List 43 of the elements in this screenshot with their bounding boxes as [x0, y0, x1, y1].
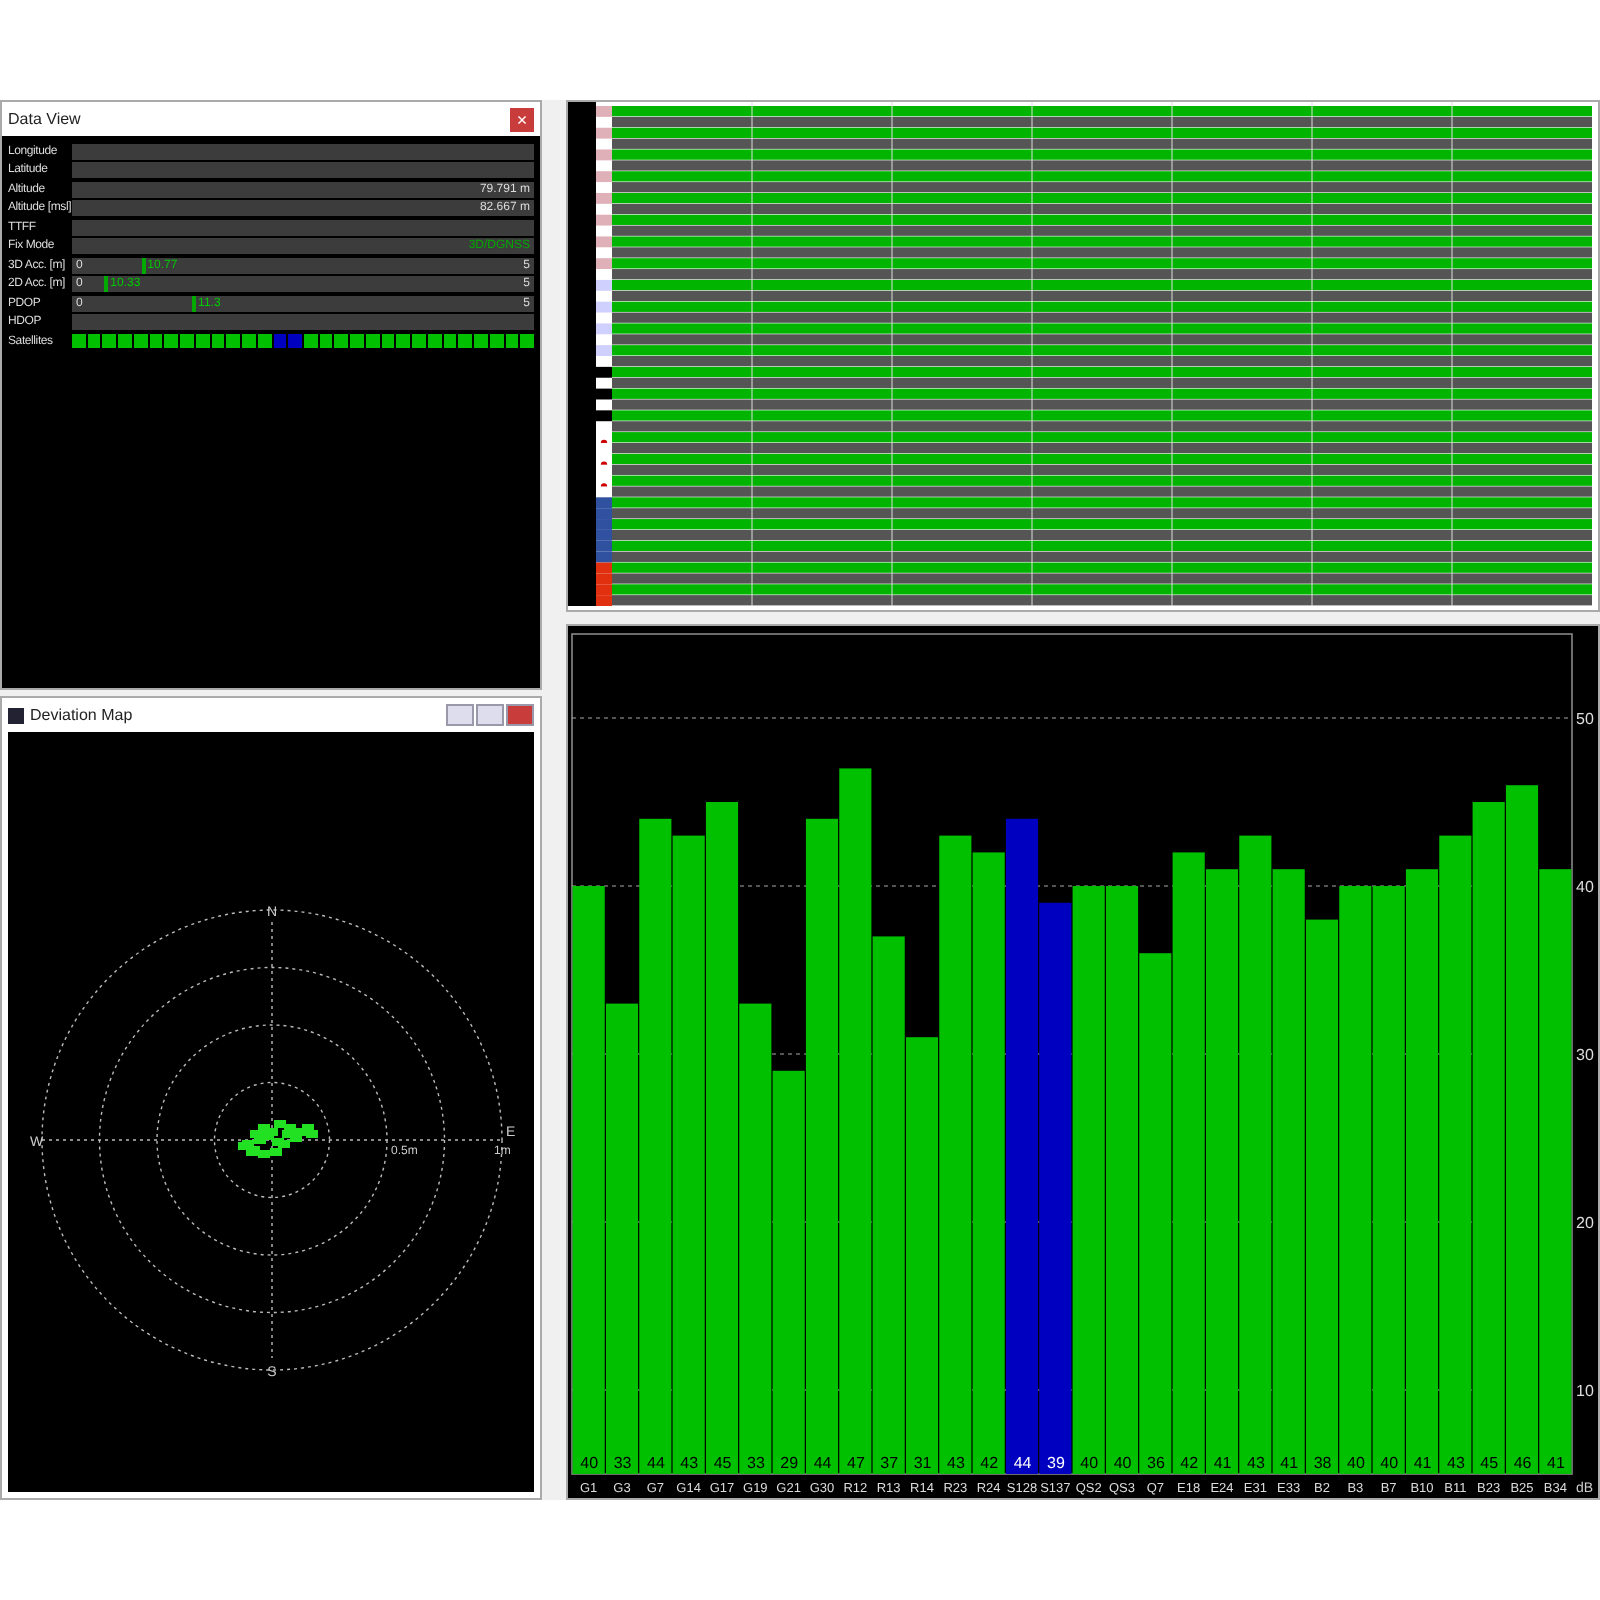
y-tick-label: 30 [1576, 1046, 1594, 1064]
maximize-button[interactable] [476, 704, 504, 726]
bar-value-label: 41 [1213, 1454, 1232, 1472]
bar-value-label: 43 [680, 1454, 699, 1472]
bar-value-label: 44 [813, 1454, 832, 1472]
bar-value-label: 42 [980, 1454, 999, 1472]
minimize-button[interactable] [446, 704, 474, 726]
bar-value-label: 29 [780, 1454, 799, 1472]
close-button[interactable] [506, 704, 534, 726]
y-tick-label: 50 [1576, 710, 1594, 728]
bar-value-label: 38 [1313, 1454, 1332, 1472]
bar-value-label: 43 [1447, 1454, 1465, 1472]
bar-value-label: 45 [713, 1454, 732, 1472]
bar-value-label: 41 [1280, 1454, 1299, 1472]
bar-value-label: 44 [1013, 1454, 1032, 1472]
bar-value-label: 43 [947, 1454, 965, 1472]
bar-value-label: 33 [747, 1454, 765, 1472]
bar-value-label: 40 [1380, 1454, 1399, 1472]
y-tick-label: 10 [1576, 1382, 1594, 1400]
bar-value-label: 40 [580, 1454, 599, 1472]
bar-value-label: 46 [1513, 1454, 1532, 1472]
window-title: Deviation Map [30, 706, 133, 724]
bar-value-label: 40 [1347, 1454, 1365, 1472]
bar-value-label: 41 [1413, 1454, 1432, 1472]
bar-value-label: 37 [880, 1454, 899, 1472]
bar-value-label: 47 [847, 1454, 865, 1472]
y-tick-label: 20 [1576, 1214, 1594, 1232]
bar-value-label: 31 [913, 1454, 932, 1472]
bar-value-label: 45 [1480, 1454, 1499, 1472]
bar-value-label: 41 [1547, 1454, 1565, 1472]
bar-value-label: 43 [1247, 1454, 1265, 1472]
bar-value-label: 36 [1147, 1454, 1165, 1472]
y-tick-label: 40 [1576, 878, 1594, 896]
bar-value-label: 44 [647, 1454, 665, 1472]
bar-value-label: 33 [613, 1454, 632, 1472]
window-title: Data View [8, 110, 81, 128]
bar-value-label: 39 [1047, 1454, 1065, 1472]
bar-value-label: 40 [1113, 1454, 1132, 1472]
position-scatter-drawing [238, 1120, 318, 1158]
bar-value-label: 40 [1080, 1454, 1099, 1472]
app-icon [8, 707, 24, 723]
close-button[interactable]: × [510, 107, 534, 131]
bar-value-label: 42 [1180, 1454, 1199, 1472]
